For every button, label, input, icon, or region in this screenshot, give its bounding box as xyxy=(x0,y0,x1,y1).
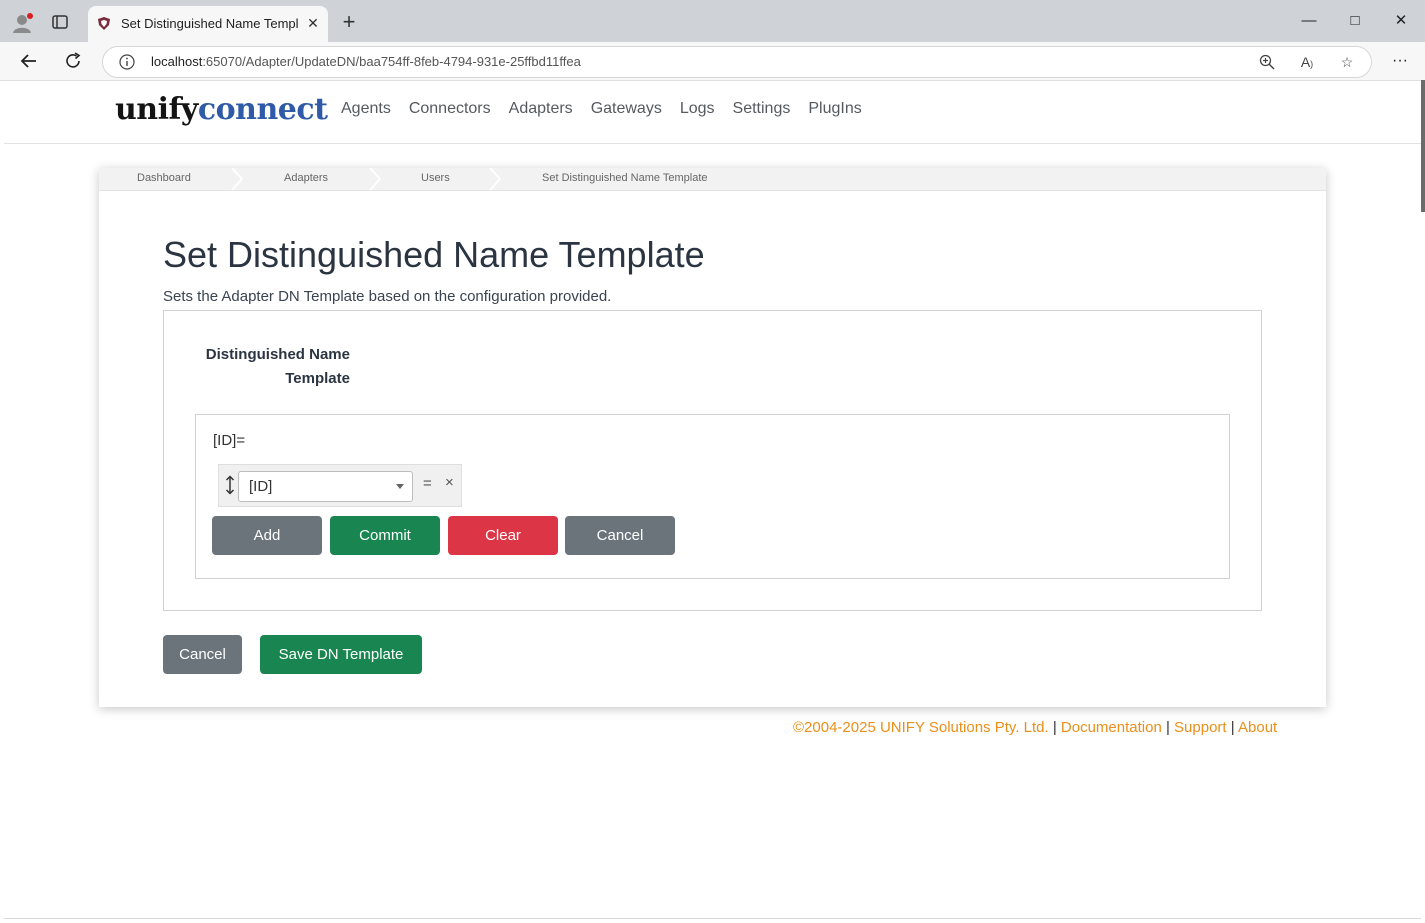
url-host: localhost xyxy=(151,54,203,69)
template-preview: [ID]= xyxy=(213,432,246,449)
close-icon[interactable]: ✕ xyxy=(1389,10,1413,32)
drag-handle-icon[interactable] xyxy=(224,475,236,495)
site-favicon-icon xyxy=(98,17,110,30)
top-navbar: unifyconnect Agents Connectors Adapters … xyxy=(4,82,1421,144)
favorite-star-icon[interactable]: ☆ xyxy=(1339,54,1355,70)
field-label-line1: Distinguished Name xyxy=(205,346,350,363)
commit-button[interactable]: Commit xyxy=(330,516,440,555)
main-nav: Agents Connectors Adapters Gateways Logs… xyxy=(341,100,880,118)
footer: ©2004-2025 UNIFY Solutions Pty. Ltd. | D… xyxy=(793,719,1277,736)
breadcrumb-users[interactable]: Users xyxy=(421,172,450,184)
footer-about-link[interactable]: About xyxy=(1238,719,1277,736)
tab-actions-icon[interactable] xyxy=(52,14,68,30)
nav-gateways[interactable]: Gateways xyxy=(591,100,662,118)
breadcrumb-separator-icon xyxy=(231,168,243,190)
url-input[interactable]: localhost:65070/Adapter/UpdateDN/baa754f… xyxy=(102,46,1372,78)
tab-close-icon[interactable]: ✕ xyxy=(304,14,322,32)
breadcrumb-separator-icon xyxy=(489,168,501,190)
breadcrumb-dashboard[interactable]: Dashboard xyxy=(137,172,191,184)
window-scrollbar[interactable] xyxy=(1421,80,1425,212)
chevron-down-icon xyxy=(396,484,404,489)
main-card: Dashboard Adapters Users Set Distinguish… xyxy=(99,168,1326,707)
logo-part-connect: connect xyxy=(197,92,328,127)
nav-connectors[interactable]: Connectors xyxy=(409,100,491,118)
add-button[interactable]: Add xyxy=(212,516,322,555)
template-builder: [ID]= [ID] = × Add Commit Clear Cancel xyxy=(195,414,1230,579)
page-description: Sets the Adapter DN Template based on th… xyxy=(163,288,612,305)
attribute-select-value: [ID] xyxy=(249,478,273,495)
info-icon[interactable] xyxy=(119,54,135,70)
refresh-icon[interactable] xyxy=(63,51,83,71)
nav-plugins[interactable]: PlugIns xyxy=(808,100,861,118)
field-label: Distinguished Name Template xyxy=(164,343,350,391)
page-bottom-divider xyxy=(4,918,1421,919)
breadcrumb-separator-icon xyxy=(369,168,381,190)
footer-documentation-link[interactable]: Documentation xyxy=(1061,719,1162,736)
save-dn-template-button[interactable]: Save DN Template xyxy=(260,635,422,674)
dn-template-form: Distinguished Name Template [ID]= [ID] =… xyxy=(163,310,1262,611)
zoom-icon[interactable] xyxy=(1259,54,1275,70)
minimize-icon[interactable]: — xyxy=(1297,10,1321,32)
footer-copyright: ©2004-2025 UNIFY Solutions Pty. Ltd. xyxy=(793,719,1049,736)
breadcrumb: Dashboard Adapters Users Set Distinguish… xyxy=(99,168,1326,191)
clear-button[interactable]: Clear xyxy=(448,516,558,555)
cancel-button[interactable]: Cancel xyxy=(163,635,242,674)
breadcrumb-adapters[interactable]: Adapters xyxy=(284,172,328,184)
tab-title: Set Distinguished Name Template xyxy=(121,16,299,31)
nav-agents[interactable]: Agents xyxy=(341,100,391,118)
more-menu-icon[interactable]: ··· xyxy=(1390,51,1410,71)
footer-separator: | xyxy=(1052,719,1057,736)
nav-logs[interactable]: Logs xyxy=(680,100,715,118)
attribute-select[interactable]: [ID] xyxy=(238,471,413,502)
browser-address-bar: localhost:65070/Adapter/UpdateDN/baa754f… xyxy=(0,42,1425,81)
template-rule-row: [ID] = × xyxy=(218,464,462,507)
browser-tab-bar: Set Distinguished Name Template ✕ + — □ … xyxy=(0,0,1425,42)
browser-tab[interactable]: Set Distinguished Name Template ✕ xyxy=(88,6,328,42)
logo-part-unify: unify xyxy=(115,92,198,127)
remove-rule-icon[interactable]: × xyxy=(445,474,454,491)
page-title: Set Distinguished Name Template xyxy=(163,234,705,275)
field-label-line2: Template xyxy=(285,370,350,387)
url-path: :65070/Adapter/UpdateDN/baa754ff-8feb-47… xyxy=(202,54,581,69)
back-icon[interactable] xyxy=(19,51,39,71)
profile-icon[interactable] xyxy=(12,12,34,34)
cancel-rule-button[interactable]: Cancel xyxy=(565,516,675,555)
read-aloud-icon[interactable]: A) xyxy=(1299,54,1315,70)
operator-label: = xyxy=(423,475,432,492)
maximize-icon[interactable]: □ xyxy=(1343,10,1367,32)
nav-adapters[interactable]: Adapters xyxy=(509,100,573,118)
footer-separator: | xyxy=(1230,719,1235,736)
url-text: localhost:65070/Adapter/UpdateDN/baa754f… xyxy=(151,54,581,69)
breadcrumb-current: Set Distinguished Name Template xyxy=(542,172,708,184)
nav-settings[interactable]: Settings xyxy=(733,100,791,118)
footer-separator: | xyxy=(1165,719,1170,736)
footer-support-link[interactable]: Support xyxy=(1174,719,1227,736)
unifyconnect-logo[interactable]: unifyconnect xyxy=(115,92,328,127)
new-tab-button[interactable]: + xyxy=(338,11,360,34)
